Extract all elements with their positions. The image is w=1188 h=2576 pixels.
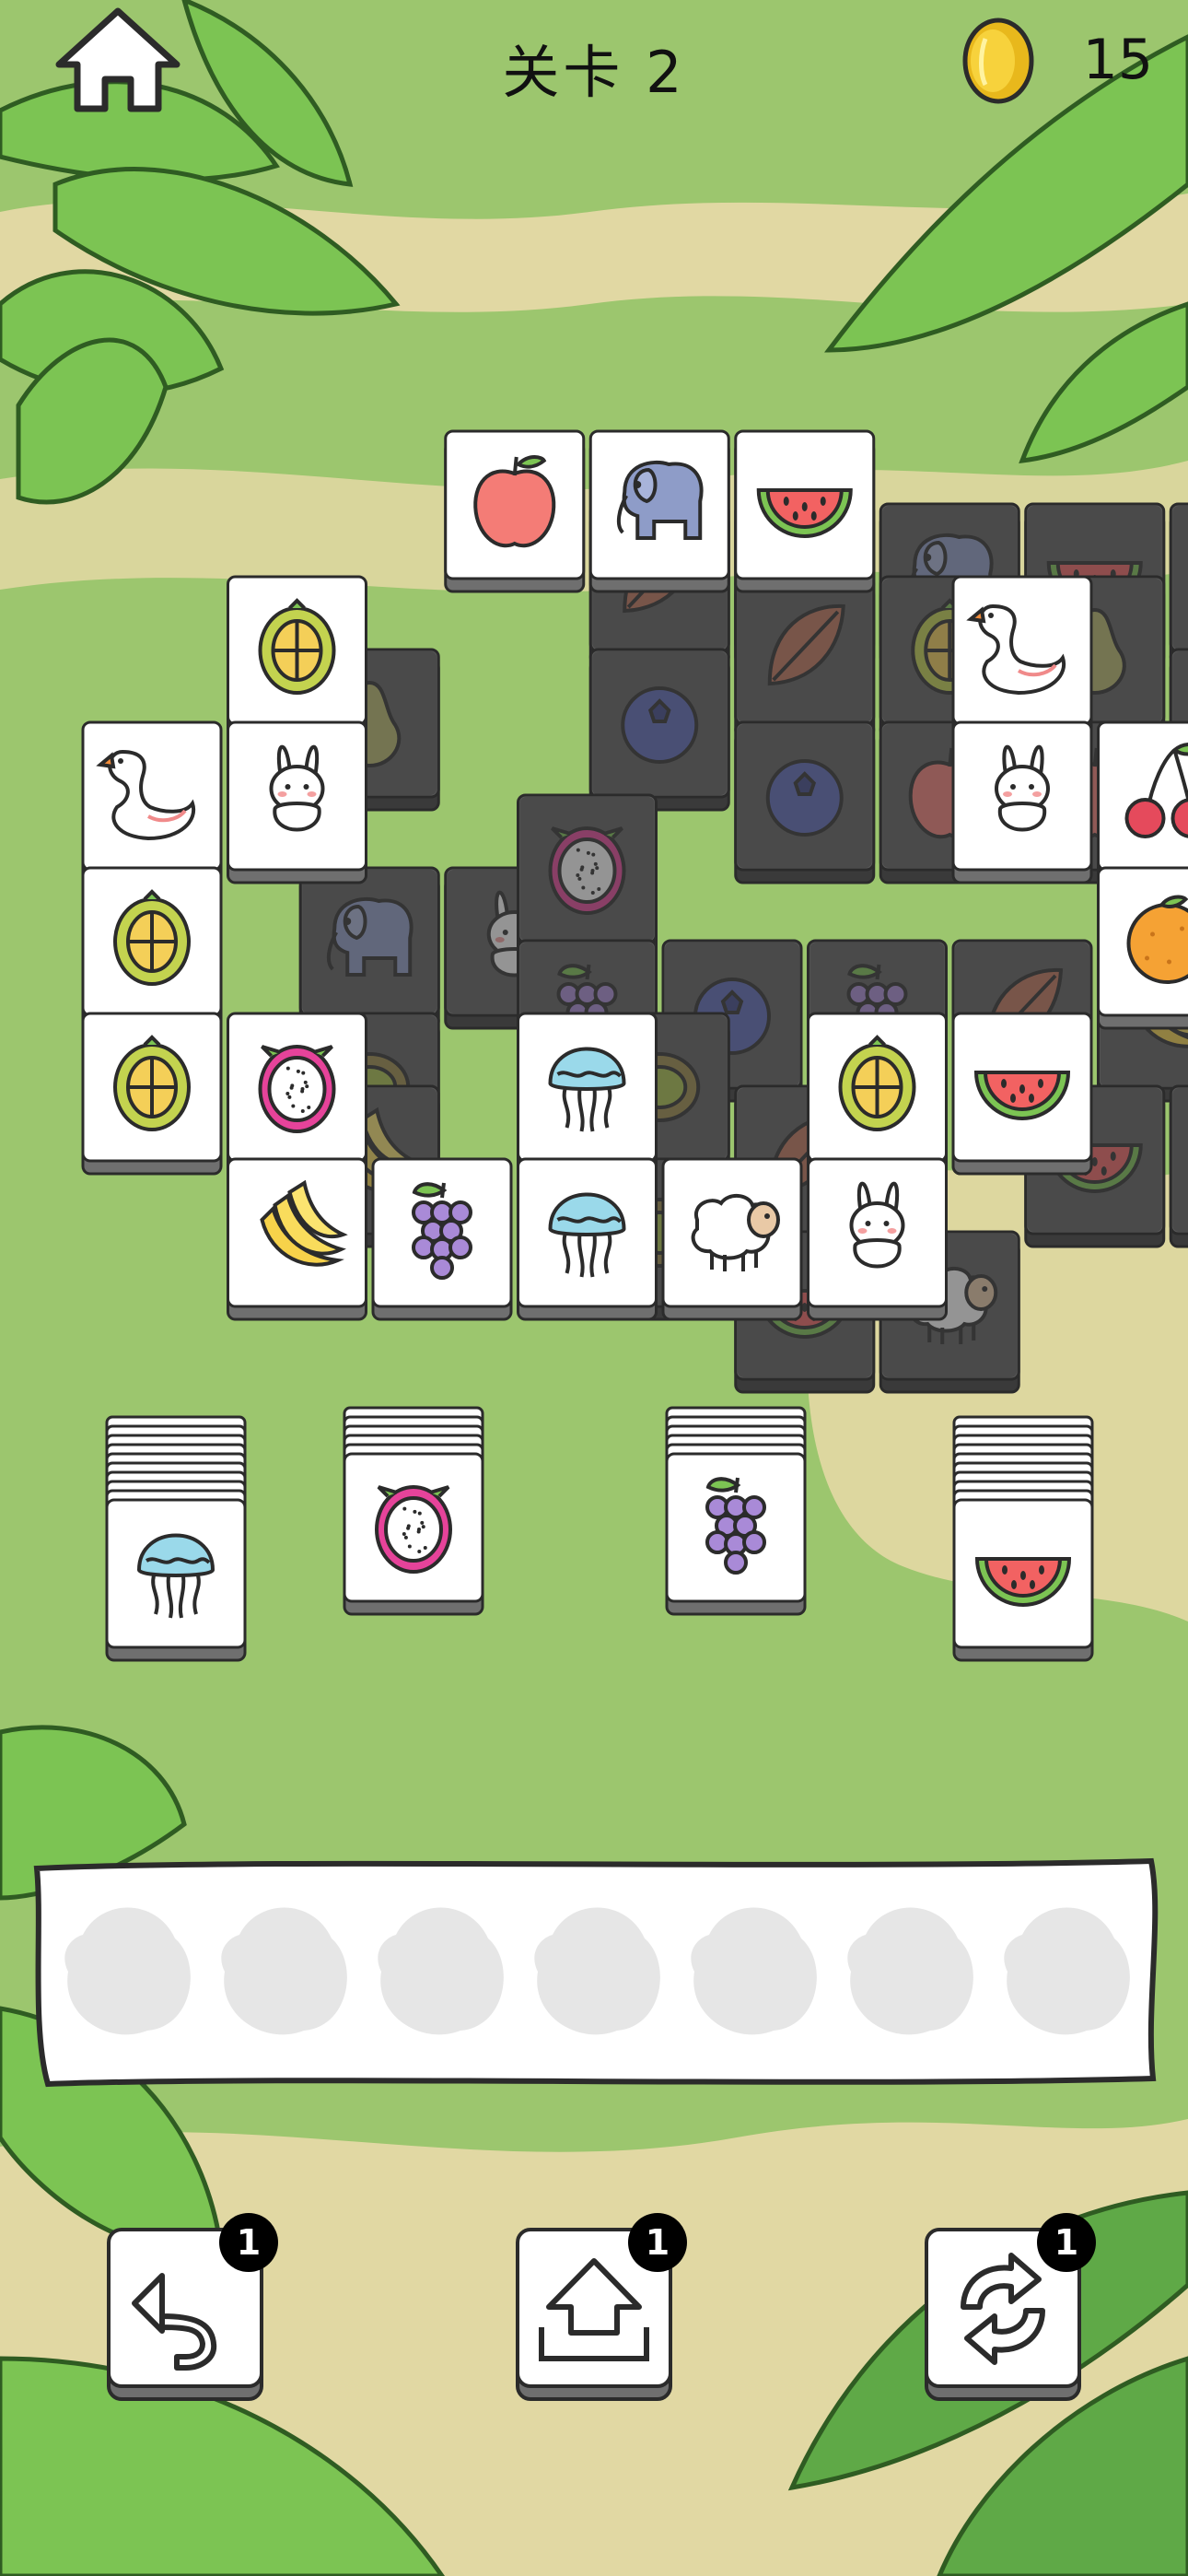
board-tile[interactable] (227, 575, 367, 739)
undo-count-badge: 1 (219, 2213, 278, 2272)
shuffle-count-badge: 1 (1037, 2213, 1096, 2272)
coin-count: 15 (1082, 28, 1153, 92)
remove-count-badge: 1 (628, 2213, 687, 2272)
stack-top-tile[interactable] (952, 1498, 1094, 1662)
board-tile[interactable] (1097, 866, 1188, 1030)
dragon-fruit-icon (375, 1485, 452, 1574)
dragon-fruit-icon (258, 1045, 336, 1133)
board-tile[interactable] (81, 1012, 223, 1176)
board-tile-covered (517, 793, 658, 957)
tile-tray (33, 1857, 1159, 2088)
board-tile-covered (734, 720, 876, 884)
board-tile-covered (298, 866, 440, 1030)
board-tile[interactable] (227, 720, 367, 884)
board-tile-covered (1169, 1084, 1188, 1248)
game-stage: 关卡 2 15 1 1 1 (0, 0, 1188, 2576)
board-tile[interactable] (517, 1157, 658, 1321)
board-tile-covered (588, 648, 730, 812)
stack-top-tile[interactable] (105, 1498, 247, 1662)
board-tile[interactable] (951, 720, 1093, 884)
board-tile[interactable] (227, 1012, 367, 1176)
board-tile[interactable] (951, 1012, 1093, 1176)
board-tile[interactable] (588, 429, 730, 593)
board-tile[interactable] (807, 1012, 948, 1176)
tile-stack (105, 1415, 247, 1515)
board-tile[interactable] (1097, 720, 1188, 884)
board-tile[interactable] (661, 1157, 803, 1321)
stack-top-tile[interactable] (343, 1452, 484, 1616)
board-tile[interactable] (734, 429, 876, 593)
board-tile[interactable] (517, 1012, 658, 1176)
board-tile[interactable] (81, 866, 223, 1030)
board-tile-covered (1169, 502, 1188, 666)
board-tile[interactable] (81, 720, 223, 884)
board-tile[interactable] (227, 1157, 367, 1321)
board-tile-covered (734, 575, 876, 739)
level-title: 关卡 2 (502, 39, 686, 106)
board-tile[interactable] (371, 1157, 513, 1321)
tile-stack (952, 1415, 1094, 1515)
board-tile[interactable] (951, 575, 1093, 739)
stack-top-tile[interactable] (665, 1452, 807, 1616)
game-board (33, 7, 1188, 2401)
board-tile[interactable] (444, 429, 586, 593)
board-tile[interactable] (807, 1157, 948, 1321)
